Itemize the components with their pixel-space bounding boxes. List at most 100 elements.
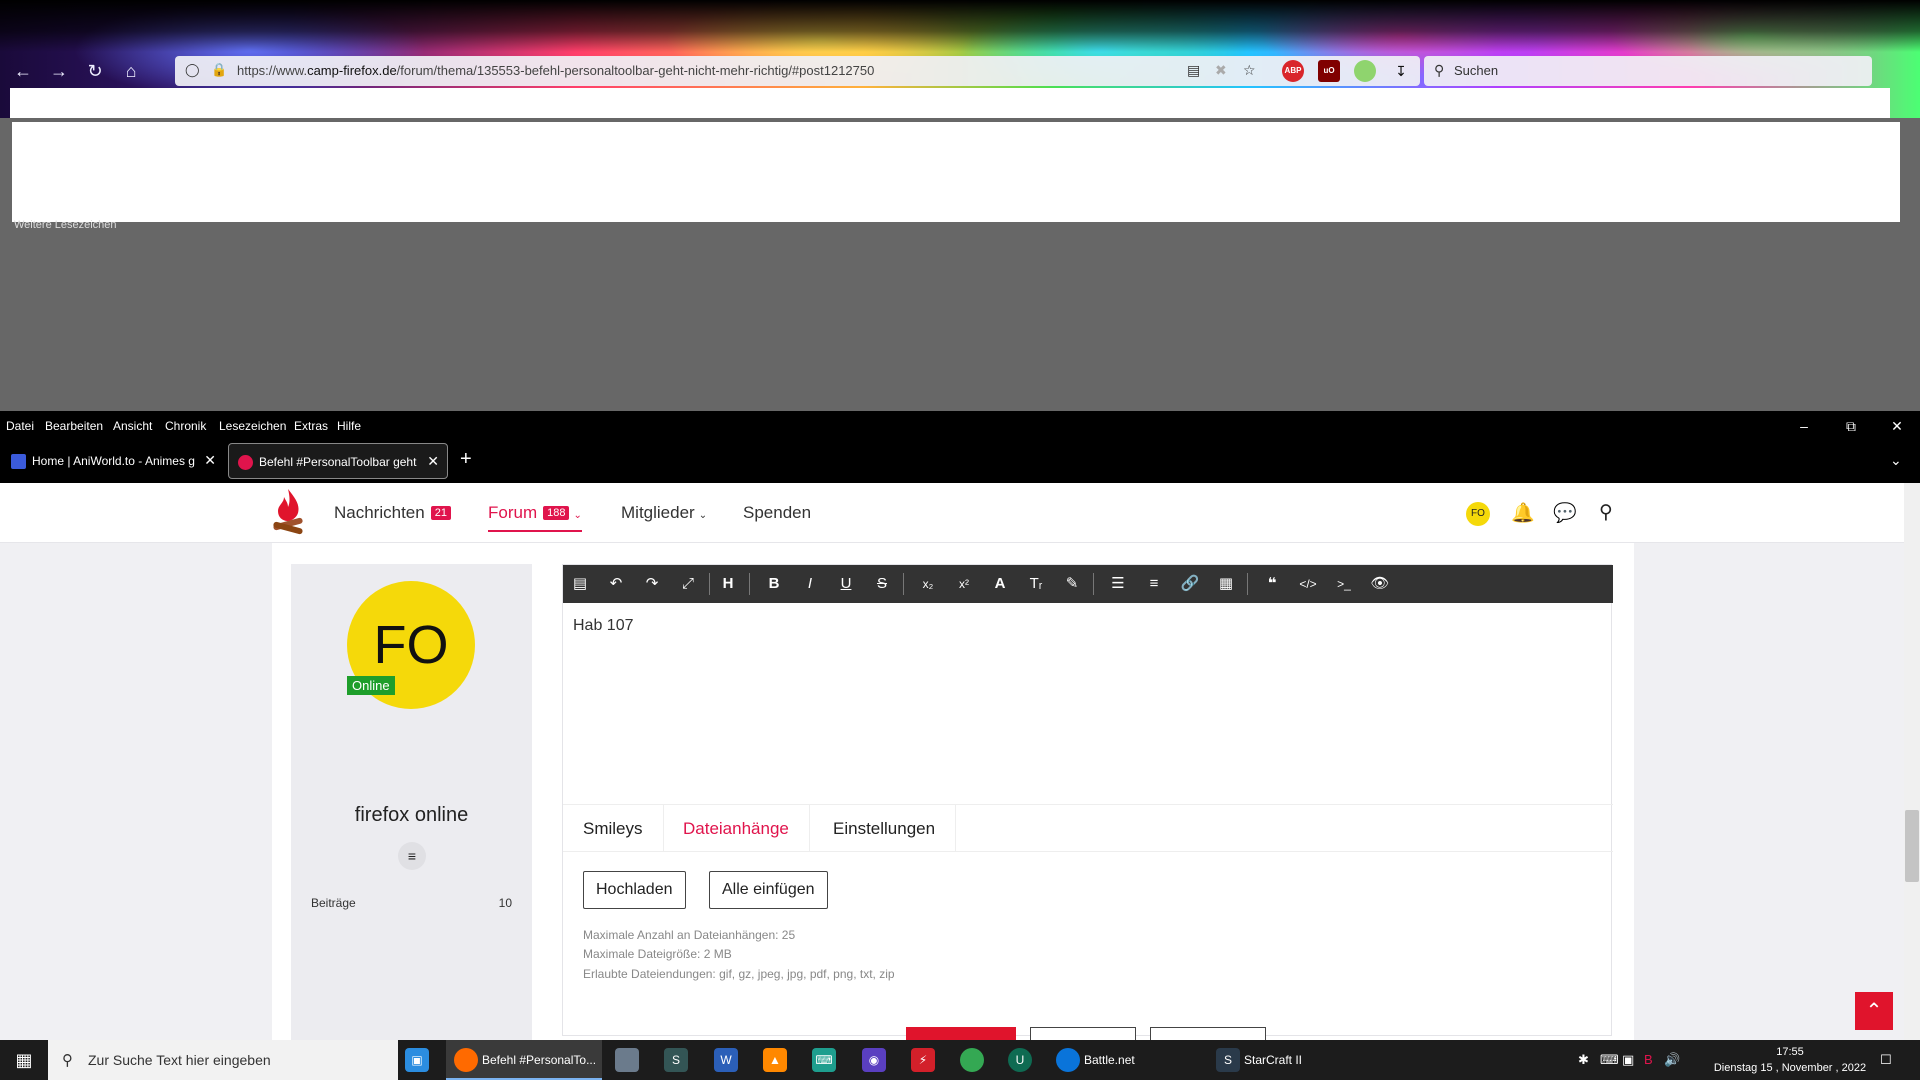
bookmarks-toolbar[interactable]: [10, 88, 1890, 118]
menu-chronik[interactable]: Chronik: [165, 411, 206, 441]
tab-list-chevron-icon[interactable]: ⌄: [1890, 452, 1902, 469]
strikethrough-icon[interactable]: S: [867, 565, 897, 603]
search-icon[interactable]: ⚲: [1599, 501, 1613, 524]
reload-icon[interactable]: ↻: [82, 58, 108, 84]
adblock-icon[interactable]: ABP: [1282, 60, 1304, 82]
tab-dateianhaenge[interactable]: Dateianhänge: [663, 805, 810, 852]
upload-button[interactable]: Hochladen: [583, 871, 686, 909]
close-window-icon[interactable]: ✕: [1877, 411, 1917, 441]
extension-icon[interactable]: [1354, 60, 1376, 82]
search-box[interactable]: ⚲ Suchen: [1424, 56, 1872, 86]
u-app-icon[interactable]: U: [1008, 1048, 1032, 1072]
reader-view-icon[interactable]: ▤: [1187, 62, 1200, 79]
nav-mitglieder[interactable]: Mitglieder ⌄: [621, 503, 707, 523]
tab-close-icon[interactable]: ✕: [427, 453, 439, 470]
save-draft-button[interactable]: [1150, 1027, 1266, 1040]
font-color-icon[interactable]: A: [985, 565, 1015, 603]
source-code-icon[interactable]: ▤: [565, 565, 595, 603]
superscript-icon[interactable]: x²: [949, 565, 979, 603]
minimize-icon[interactable]: –: [1784, 411, 1824, 441]
scrollbar-thumb[interactable]: [1905, 810, 1919, 882]
monitor-icon[interactable]: ▣: [1622, 1052, 1634, 1068]
taskbar-battlenet[interactable]: Battle.net: [1050, 1040, 1200, 1080]
preview-button[interactable]: [1030, 1027, 1136, 1040]
keyboard-tray-icon[interactable]: ⌨: [1600, 1052, 1619, 1068]
italic-icon[interactable]: I: [795, 565, 825, 603]
menu-icon[interactable]: ≡: [398, 842, 426, 870]
lock-icon[interactable]: 🔒: [211, 62, 227, 78]
camp-firefox-logo-icon[interactable]: [270, 487, 306, 537]
align-icon[interactable]: ≡: [1139, 565, 1169, 603]
bold-icon[interactable]: B: [759, 565, 789, 603]
explorer-icon[interactable]: [615, 1048, 639, 1072]
flash-icon[interactable]: ⚡: [911, 1048, 935, 1072]
star-icon[interactable]: ☆: [1243, 62, 1256, 79]
word-icon[interactable]: W: [714, 1048, 738, 1072]
nav-forum[interactable]: Forum 188 ⌄: [488, 503, 582, 532]
page-scrollbar[interactable]: [1904, 483, 1920, 1040]
chrome-icon[interactable]: [960, 1048, 984, 1072]
nav-nachrichten[interactable]: Nachrichten 21: [334, 503, 451, 523]
back-icon[interactable]: ←: [10, 58, 36, 84]
ublock-icon[interactable]: uO: [1318, 60, 1340, 82]
back-to-top-button[interactable]: ⌃: [1855, 992, 1893, 1030]
tab-close-icon[interactable]: ✕: [204, 452, 216, 469]
heading-icon[interactable]: H: [713, 565, 743, 603]
clear-icon[interactable]: ✖: [1215, 62, 1227, 79]
insert-all-button[interactable]: Alle einfügen: [709, 871, 828, 909]
more-bookmarks[interactable]: Weitere Lesezeichen: [14, 219, 117, 231]
taskbar-starcraft[interactable]: S StarCraft II: [1210, 1040, 1360, 1080]
b-app-icon[interactable]: B: [1644, 1052, 1653, 1067]
font-size-icon[interactable]: Tᵣ: [1021, 565, 1051, 603]
url-text[interactable]: https://www.camp-firefox.de/forum/thema/…: [237, 63, 874, 78]
table-icon[interactable]: ▦: [1211, 565, 1241, 603]
bluetooth-icon[interactable]: ✱: [1578, 1052, 1589, 1068]
underline-icon[interactable]: U: [831, 565, 861, 603]
keyboard-icon[interactable]: ⌨: [812, 1048, 836, 1072]
notifications-icon[interactable]: ☐: [1880, 1052, 1892, 1068]
app-icon[interactable]: ◉: [862, 1048, 886, 1072]
subscript-icon[interactable]: x₂: [913, 565, 943, 603]
restore-icon[interactable]: ⧉: [1831, 411, 1871, 441]
nav-spenden[interactable]: Spenden: [743, 503, 811, 523]
editor-content[interactable]: Hab 107: [573, 617, 634, 635]
address-bar[interactable]: ◯ 🔒 https://www.camp-firefox.de/forum/th…: [175, 56, 1420, 86]
download-icon[interactable]: ↧: [1390, 60, 1412, 82]
starcraft-icon[interactable]: S: [664, 1048, 688, 1072]
quote-icon[interactable]: ❝: [1257, 565, 1287, 603]
link-icon[interactable]: 🔗: [1175, 565, 1205, 603]
tab-smileys[interactable]: Smileys: [563, 805, 664, 852]
windows-start-icon[interactable]: ▦: [0, 1040, 48, 1080]
shield-icon[interactable]: ◯: [185, 62, 200, 78]
new-tab-icon[interactable]: +: [460, 448, 472, 471]
taskbar-search[interactable]: ⚲ Zur Suche Text hier eingeben: [48, 1040, 398, 1080]
list-icon[interactable]: ☰: [1103, 565, 1133, 603]
menu-ansicht[interactable]: Ansicht: [113, 411, 152, 441]
profile-username[interactable]: firefox online: [291, 804, 532, 827]
menu-extras[interactable]: Extras: [294, 411, 328, 441]
tab-einstellungen[interactable]: Einstellungen: [813, 805, 957, 852]
bell-icon[interactable]: 🔔: [1511, 501, 1535, 525]
menu-bearbeiten[interactable]: Bearbeiten: [45, 411, 103, 441]
conversations-icon[interactable]: 💬: [1553, 501, 1577, 525]
home-icon[interactable]: ⌂: [118, 58, 144, 84]
submit-button[interactable]: [906, 1027, 1016, 1040]
inline-code-icon[interactable]: >_: [1329, 565, 1359, 603]
volume-icon[interactable]: 🔊: [1664, 1052, 1680, 1068]
menu-lesezeichen[interactable]: Lesezeichen: [219, 411, 286, 441]
brush-icon[interactable]: ✎: [1057, 565, 1087, 603]
taskbar-clock[interactable]: 17:55 Dienstag 15 , November , 2022: [1690, 1044, 1890, 1076]
menu-hilfe[interactable]: Hilfe: [337, 411, 361, 441]
fullscreen-icon[interactable]: ⤢: [673, 565, 703, 603]
vlc-icon[interactable]: ▲: [763, 1048, 787, 1072]
store-icon[interactable]: ▣: [405, 1048, 429, 1072]
code-icon[interactable]: </>: [1293, 565, 1323, 603]
user-avatar[interactable]: FO: [1466, 502, 1490, 526]
undo-icon[interactable]: ↶: [601, 565, 631, 603]
spoiler-icon[interactable]: 👁: [1365, 565, 1395, 603]
tab-camp-firefox[interactable]: Befehl #PersonalToolbar geht n ✕: [228, 443, 448, 479]
menu-datei[interactable]: Datei: [6, 411, 34, 441]
forward-icon[interactable]: →: [46, 58, 72, 84]
redo-icon[interactable]: ↷: [637, 565, 667, 603]
taskbar-firefox[interactable]: Befehl #PersonalTo...: [446, 1040, 602, 1080]
